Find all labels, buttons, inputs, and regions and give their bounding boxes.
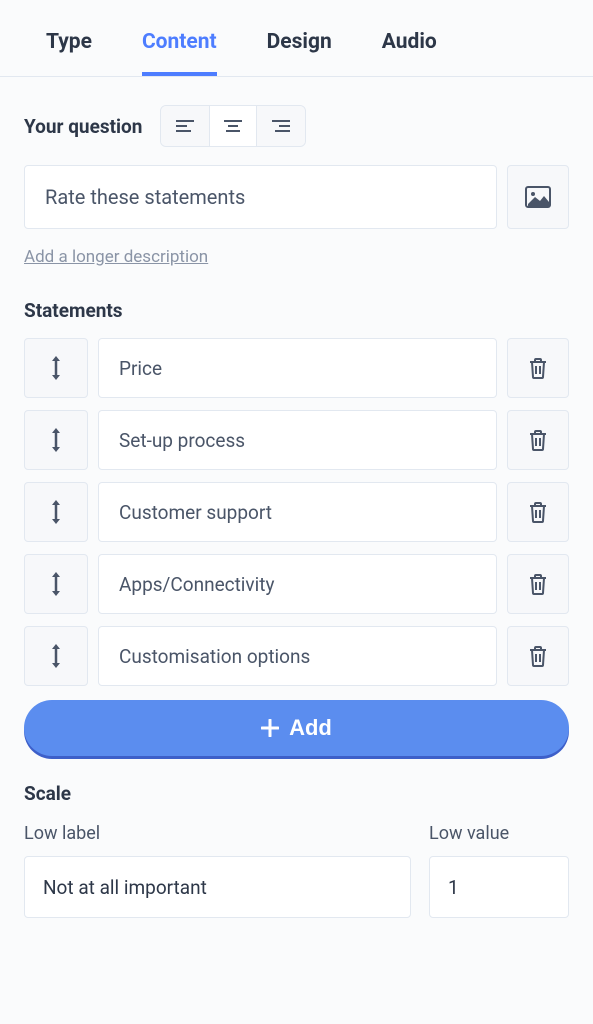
- delete-statement-button[interactable]: [507, 626, 569, 686]
- statement-row: [24, 338, 569, 398]
- add-description-link[interactable]: Add a longer description: [24, 247, 208, 267]
- statements-section: Statements: [0, 275, 593, 756]
- add-statement-button[interactable]: Add: [24, 700, 569, 756]
- align-center-button[interactable]: [209, 106, 257, 146]
- tab-content[interactable]: Content: [142, 30, 217, 76]
- delete-statement-button[interactable]: [507, 554, 569, 614]
- trash-icon: [528, 429, 548, 451]
- statement-row: [24, 554, 569, 614]
- tab-type[interactable]: Type: [46, 30, 92, 76]
- add-button-label: Add: [289, 715, 332, 741]
- delete-statement-button[interactable]: [507, 482, 569, 542]
- tab-design[interactable]: Design: [267, 30, 332, 76]
- statements-label: Statements: [24, 299, 569, 322]
- question-label: Your question: [24, 115, 142, 138]
- trash-icon: [528, 645, 548, 667]
- drag-vertical-icon: [49, 571, 63, 597]
- trash-icon: [528, 357, 548, 379]
- statement-input[interactable]: [98, 554, 497, 614]
- delete-statement-button[interactable]: [507, 410, 569, 470]
- drag-handle[interactable]: [24, 626, 88, 686]
- add-image-button[interactable]: [507, 165, 569, 229]
- statement-input[interactable]: [98, 482, 497, 542]
- statement-row: [24, 626, 569, 686]
- plus-icon: [261, 719, 279, 737]
- scale-section: Scale Low label Low value: [0, 756, 593, 942]
- statement-row: [24, 410, 569, 470]
- question-input[interactable]: [24, 165, 497, 229]
- drag-handle[interactable]: [24, 482, 88, 542]
- drag-vertical-icon: [49, 643, 63, 669]
- drag-handle[interactable]: [24, 554, 88, 614]
- drag-vertical-icon: [49, 499, 63, 525]
- delete-statement-button[interactable]: [507, 338, 569, 398]
- align-left-icon: [176, 119, 194, 133]
- align-center-icon: [224, 119, 242, 133]
- drag-handle[interactable]: [24, 410, 88, 470]
- statement-input[interactable]: [98, 410, 497, 470]
- align-right-icon: [272, 119, 290, 133]
- low-value-input[interactable]: [429, 856, 569, 918]
- align-group: [160, 105, 306, 147]
- drag-vertical-icon: [49, 427, 63, 453]
- trash-icon: [528, 573, 548, 595]
- scale-label: Scale: [24, 782, 569, 805]
- low-value-caption: Low value: [429, 823, 569, 844]
- low-label-input[interactable]: [24, 856, 411, 918]
- align-right-button[interactable]: [257, 106, 305, 146]
- statement-row: [24, 482, 569, 542]
- drag-vertical-icon: [49, 355, 63, 381]
- question-section: Your question: [0, 77, 593, 275]
- tab-bar: Type Content Design Audio: [0, 0, 593, 77]
- image-icon: [525, 186, 551, 208]
- drag-handle[interactable]: [24, 338, 88, 398]
- statement-input[interactable]: [98, 626, 497, 686]
- trash-icon: [528, 501, 548, 523]
- tab-audio[interactable]: Audio: [382, 30, 437, 76]
- statement-input[interactable]: [98, 338, 497, 398]
- low-label-caption: Low label: [24, 823, 411, 844]
- align-left-button[interactable]: [161, 106, 209, 146]
